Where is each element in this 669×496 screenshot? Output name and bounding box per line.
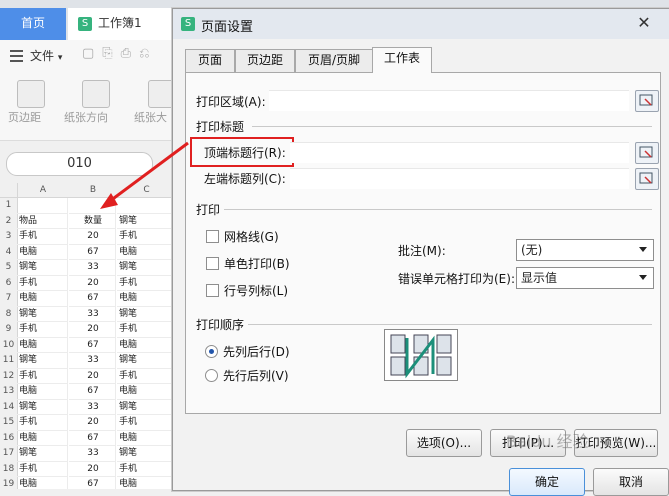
tab-sheet[interactable]: 工作表 <box>372 47 432 73</box>
annotation-arrow-icon <box>100 141 189 209</box>
watermark: Baidu 经验 <box>506 432 589 451</box>
